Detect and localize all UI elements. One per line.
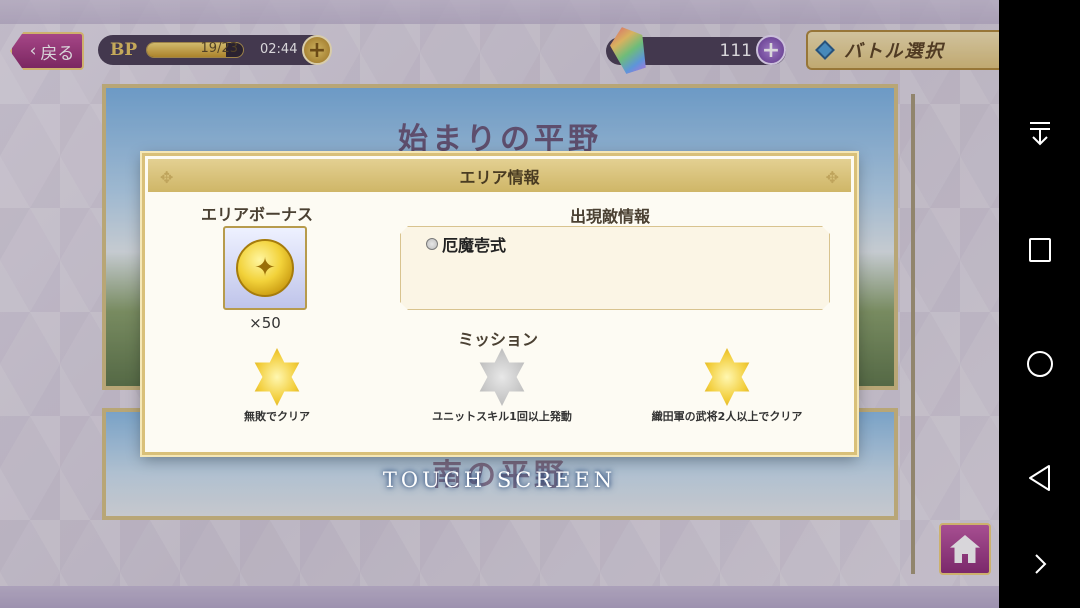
mission-label: 無敗でクリア bbox=[244, 410, 310, 423]
circle-icon bbox=[1026, 351, 1053, 377]
mission-item: 無敗でクリア bbox=[177, 348, 377, 424]
area-bonus-item: ✦ bbox=[223, 226, 307, 310]
area-bonus-amount: ×50 bbox=[249, 314, 281, 332]
pull-down-icon bbox=[1029, 122, 1050, 146]
dialog-title: エリア情報 bbox=[459, 167, 540, 187]
chevron-right-icon bbox=[1034, 554, 1046, 574]
ornament-icon: ✥ bbox=[825, 168, 839, 187]
system-home-button[interactable] bbox=[999, 334, 1080, 394]
bullet-icon bbox=[426, 238, 438, 250]
mission-label: ユニットスキル1回以上発動 bbox=[432, 410, 572, 423]
mission-label: 織田軍の武将2人以上でクリア bbox=[651, 410, 803, 423]
enemy-name: 厄魔壱式 bbox=[442, 236, 507, 255]
star-icon bbox=[254, 348, 300, 406]
mission-title: ミッション bbox=[458, 330, 539, 349]
square-icon bbox=[1028, 238, 1051, 262]
dialog-header: ✥ エリア情報 ✥ bbox=[148, 159, 851, 192]
star-icon bbox=[479, 348, 525, 406]
game-screen: 始まりの平野 南の平野 ‹ 戻る BP 19/23 02:44 + 111 + … bbox=[0, 0, 999, 608]
list-item: 厄魔壱式 bbox=[426, 232, 506, 256]
area-bonus-title: エリアボーナス bbox=[201, 205, 314, 224]
area-info-dialog[interactable]: ✥ エリア情報 ✥ エリアボーナス ✦ ×50 出現敵情報 厄魔壱式 ミッション… bbox=[142, 153, 857, 455]
star-icon bbox=[704, 348, 750, 406]
notification-pull-button[interactable] bbox=[999, 104, 1080, 164]
nav-expand-button[interactable] bbox=[999, 534, 1080, 594]
touch-screen-prompt: TOUCH SCREEN bbox=[382, 468, 617, 492]
system-back-button[interactable] bbox=[999, 448, 1080, 508]
triangle-back-icon bbox=[1028, 465, 1050, 491]
enemy-info-title: 出現敵情報 bbox=[570, 207, 651, 226]
recent-apps-button[interactable] bbox=[999, 220, 1080, 280]
system-nav-bar bbox=[999, 0, 1080, 608]
coin-icon: ✦ bbox=[236, 239, 294, 297]
mission-item: ユニットスキル1回以上発動 bbox=[402, 348, 602, 424]
mission-item: 織田軍の武将2人以上でクリア bbox=[627, 348, 827, 424]
ornament-icon: ✥ bbox=[160, 168, 174, 187]
enemy-list: 厄魔壱式 bbox=[400, 226, 830, 310]
